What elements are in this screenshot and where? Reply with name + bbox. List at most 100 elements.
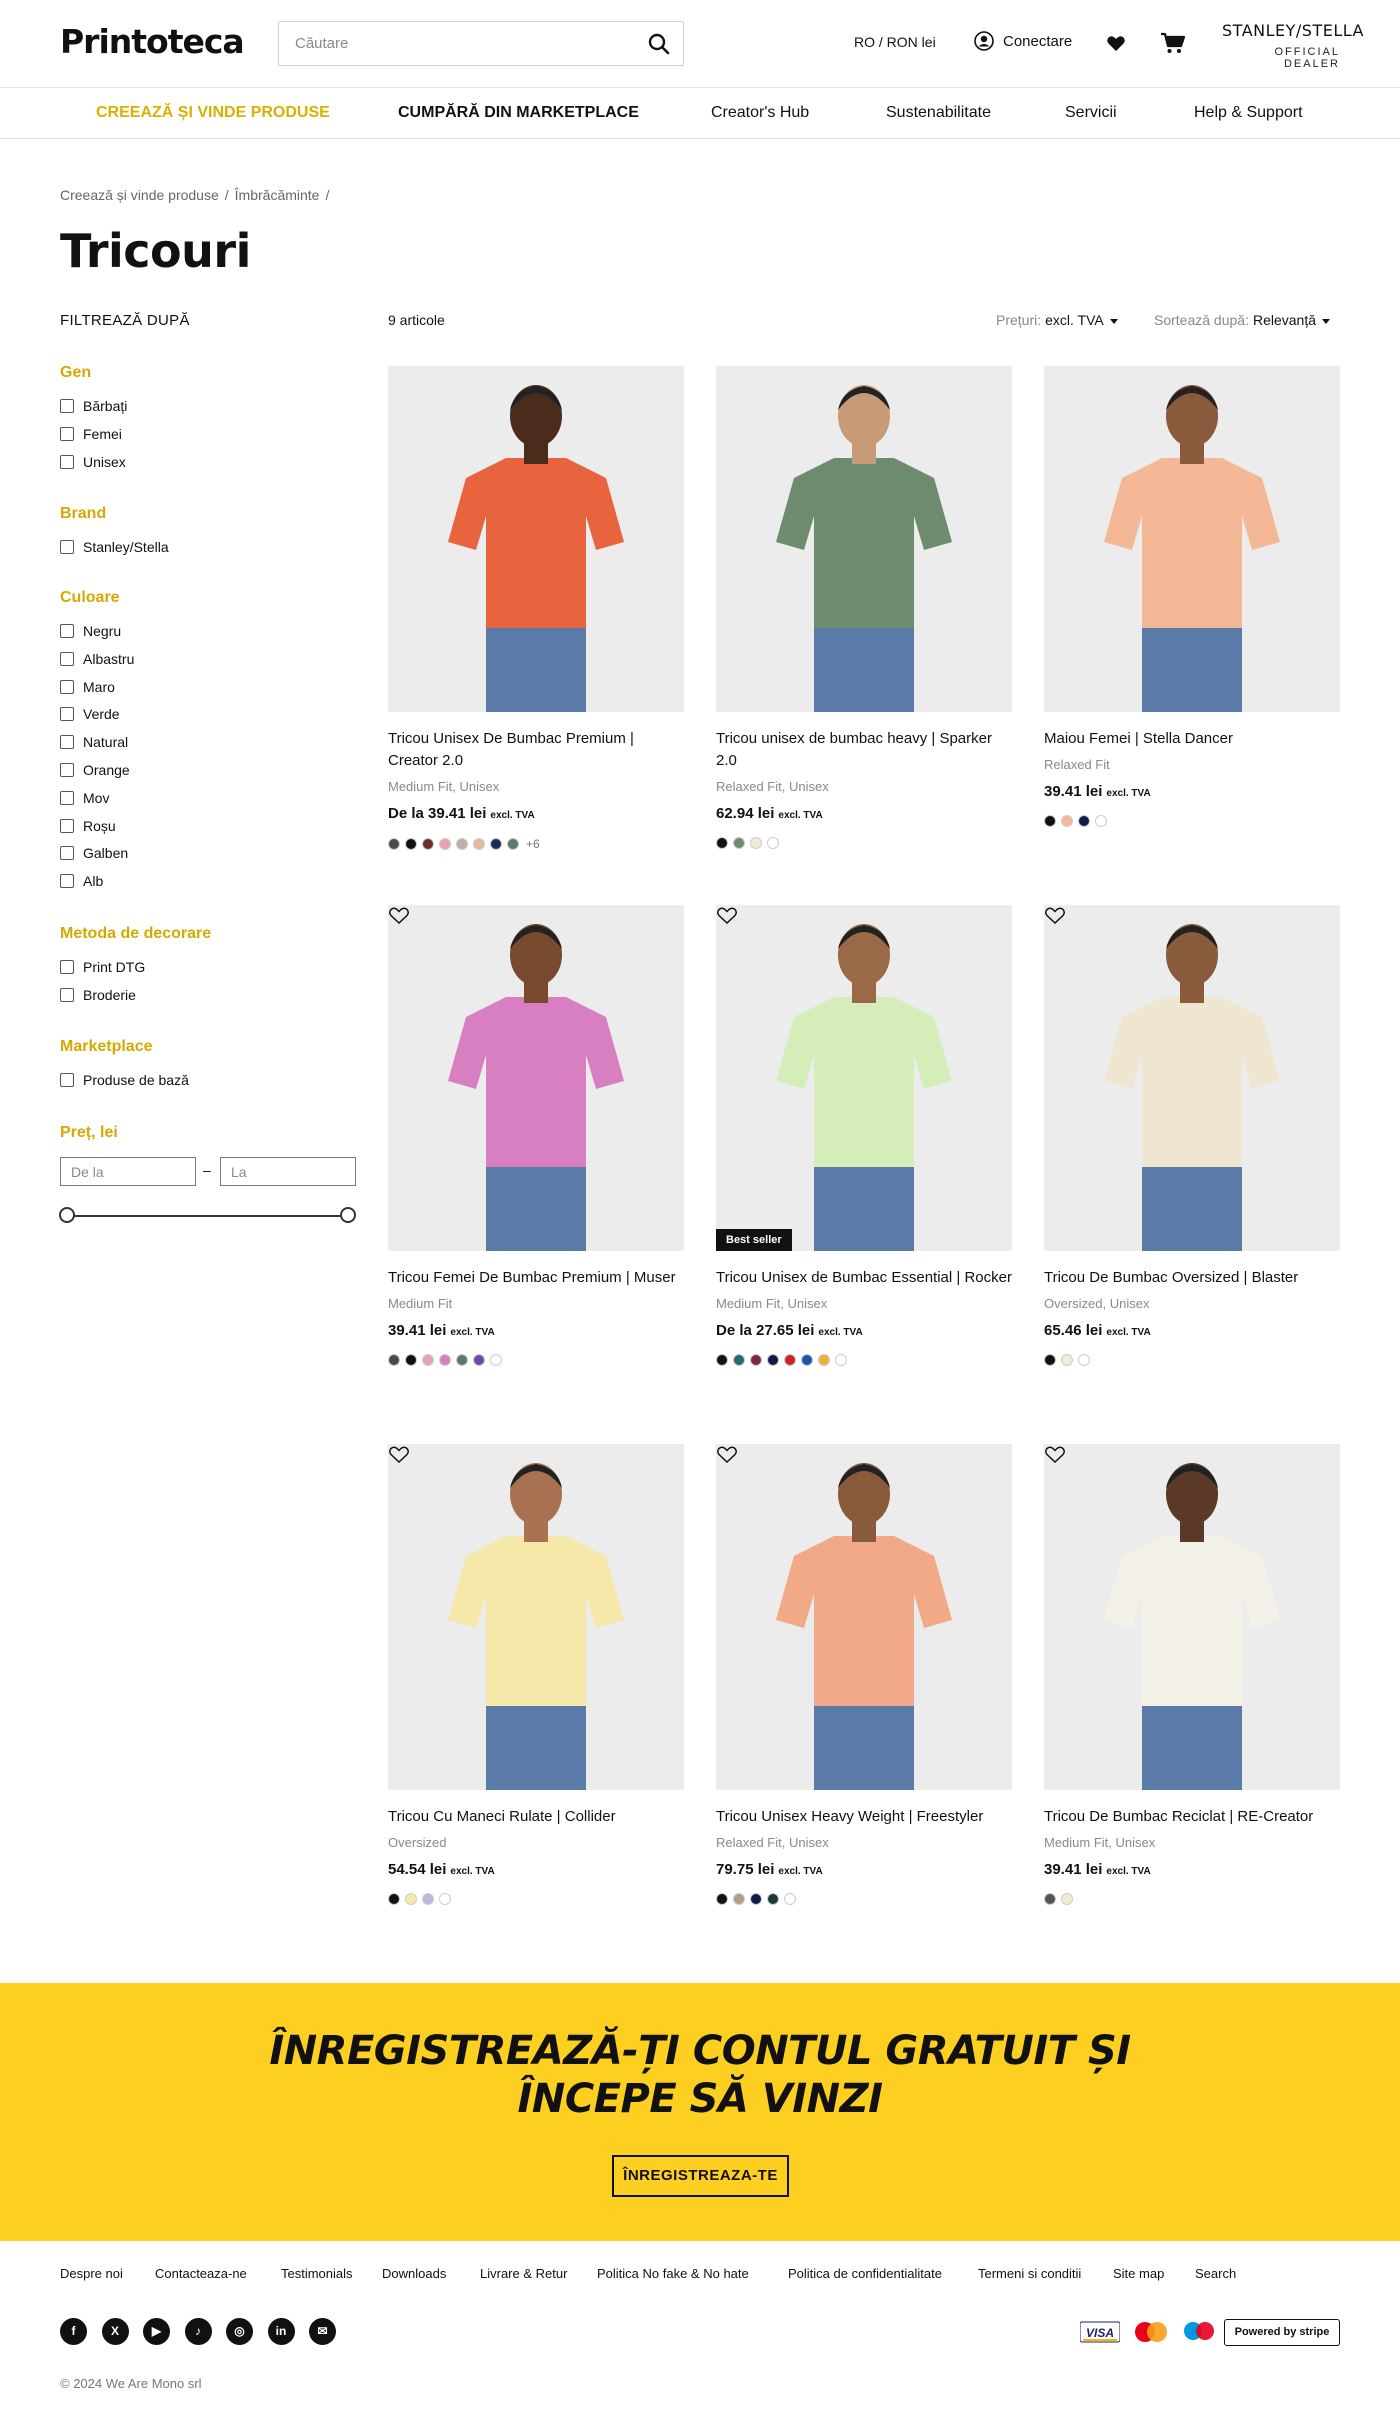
color-swatch[interactable] <box>767 837 779 849</box>
filter-checkbox[interactable] <box>60 874 74 889</box>
product-card[interactable]: Best seller Tricou Unisex de Bumbac Essen… <box>716 905 1012 1366</box>
filter-option[interactable]: Print DTG <box>60 959 145 975</box>
filter-option[interactable]: Broderie <box>60 987 136 1003</box>
color-swatch[interactable] <box>716 837 728 849</box>
cart-icon[interactable] <box>1160 31 1186 55</box>
filter-checkbox[interactable] <box>60 763 74 777</box>
wishlist-heart-icon[interactable] <box>716 1444 738 1464</box>
color-swatch[interactable] <box>1044 815 1056 827</box>
product-name[interactable]: Tricou Femei De Bumbac Premium | Muser <box>388 1267 684 1289</box>
price-vat-selector[interactable]: Prețuri: excl. TVA <box>996 312 1118 328</box>
footer-link[interactable]: Contacteaza-ne <box>155 2266 247 2281</box>
wishlist-heart-icon[interactable] <box>1044 905 1066 925</box>
color-swatch[interactable] <box>801 1354 813 1366</box>
color-swatch[interactable] <box>750 837 762 849</box>
product-card[interactable]: Tricou unisex de bumbac heavy | Sparker … <box>716 366 1012 849</box>
instagram-icon[interactable]: ◎ <box>226 2318 253 2345</box>
color-swatch[interactable] <box>490 838 502 850</box>
color-swatch[interactable] <box>784 1893 796 1905</box>
product-card[interactable]: Tricou Unisex Heavy Weight | Freestyler R… <box>716 1444 1012 1905</box>
filter-checkbox[interactable] <box>60 651 74 666</box>
breadcrumb-item[interactable]: Îmbrăcăminte <box>235 187 320 203</box>
color-swatch[interactable] <box>1078 1354 1090 1366</box>
color-swatch[interactable] <box>767 1893 779 1905</box>
linkedin-icon[interactable]: in <box>267 2318 295 2345</box>
color-swatch[interactable] <box>1044 1893 1056 1905</box>
color-swatch[interactable] <box>733 837 745 849</box>
price-slider-max-handle[interactable] <box>340 1207 356 1223</box>
color-swatch[interactable] <box>405 838 417 850</box>
filter-checkbox[interactable] <box>60 679 74 694</box>
search-icon[interactable] <box>647 32 671 56</box>
color-swatch[interactable] <box>456 838 468 850</box>
color-swatch[interactable] <box>716 1893 728 1905</box>
color-swatch[interactable] <box>1044 1354 1056 1366</box>
product-name[interactable]: Tricou De Bumbac Reciclat | RE-Creator <box>1044 1806 1340 1828</box>
search-input[interactable] <box>279 22 629 65</box>
product-name[interactable]: Tricou unisex de bumbac heavy | Sparker … <box>716 728 1012 772</box>
color-swatch[interactable] <box>473 838 485 850</box>
color-swatch[interactable] <box>716 1354 728 1366</box>
filter-option[interactable]: Bărbați <box>60 398 127 414</box>
filter-checkbox[interactable] <box>60 540 74 554</box>
product-card[interactable]: Tricou De Bumbac Reciclat | RE-Creator Me… <box>1044 1444 1340 1905</box>
product-image[interactable] <box>716 366 1012 712</box>
color-swatch[interactable] <box>1078 815 1090 827</box>
color-swatch[interactable] <box>422 1893 434 1905</box>
footer-link[interactable]: Termeni si conditii <box>978 2266 1081 2281</box>
color-swatch[interactable] <box>818 1354 830 1366</box>
wishlist-heart-icon[interactable] <box>388 1444 410 1464</box>
filter-option[interactable]: Stanley/Stella <box>60 539 169 555</box>
product-name[interactable]: Tricou Unisex Heavy Weight | Freestyler <box>716 1806 1012 1828</box>
color-swatch[interactable] <box>1061 1354 1073 1366</box>
footer-link[interactable]: Search <box>1195 2266 1236 2281</box>
color-swatch[interactable] <box>1061 815 1073 827</box>
color-swatch[interactable] <box>750 1893 762 1905</box>
color-swatch[interactable] <box>388 838 400 850</box>
filter-option[interactable]: Orange <box>60 762 130 778</box>
color-swatch[interactable] <box>784 1354 796 1366</box>
filter-checkbox[interactable] <box>60 624 74 638</box>
filter-checkbox[interactable] <box>60 818 74 833</box>
breadcrumb-item[interactable]: Creează și vinde produse <box>60 187 219 203</box>
more-colors-count[interactable]: +6 <box>526 837 540 851</box>
footer-link[interactable]: Testimonials <box>281 2266 353 2281</box>
color-swatch[interactable] <box>439 1893 451 1905</box>
filter-option[interactable]: Unisex <box>60 454 126 470</box>
filter-checkbox[interactable] <box>60 960 74 974</box>
filter-option[interactable]: Alb <box>60 873 103 889</box>
footer-link[interactable]: Politica No fake & No hate <box>597 2266 749 2281</box>
color-swatch[interactable] <box>750 1354 762 1366</box>
footer-link[interactable]: Site map <box>1113 2266 1164 2281</box>
product-name[interactable]: Maiou Femei | Stella Dancer <box>1044 728 1340 750</box>
footer-link[interactable]: Politica de confidentialitate <box>788 2266 942 2281</box>
youtube-icon[interactable]: ▶ <box>143 2318 170 2345</box>
site-logo[interactable]: Printoteca <box>60 22 245 61</box>
filter-option[interactable]: Negru <box>60 623 121 639</box>
price-from-input[interactable] <box>60 1157 196 1186</box>
nav-services[interactable]: Servicii <box>1065 104 1117 122</box>
color-swatch[interactable] <box>733 1893 745 1905</box>
product-card[interactable]: Maiou Femei | Stella Dancer Relaxed Fit 39… <box>1044 366 1340 827</box>
nav-help-support[interactable]: Help & Support <box>1194 104 1303 122</box>
product-card[interactable]: Tricou De Bumbac Oversized | Blaster Over… <box>1044 905 1340 1366</box>
product-image[interactable] <box>1044 366 1340 712</box>
product-card[interactable]: Tricou Unisex De Bumbac Premium | Creato… <box>388 366 684 851</box>
email-icon[interactable]: ✉ <box>309 2318 336 2345</box>
color-swatch[interactable] <box>1095 815 1107 827</box>
product-image[interactable] <box>388 1444 684 1790</box>
color-swatch[interactable] <box>490 1354 502 1366</box>
nav-sustainability[interactable]: Sustenabilitate <box>886 104 991 122</box>
color-swatch[interactable] <box>439 1354 451 1366</box>
wishlist-heart-icon[interactable] <box>1106 33 1126 53</box>
product-card[interactable]: Tricou Femei De Bumbac Premium | Muser Me… <box>388 905 684 1366</box>
signup-button[interactable]: ÎNREGISTREAZA-TE <box>612 2155 789 2197</box>
filter-option[interactable]: Mov <box>60 790 109 806</box>
facebook-icon[interactable]: f <box>60 2318 87 2345</box>
color-swatch[interactable] <box>473 1354 485 1366</box>
filter-checkbox[interactable] <box>60 454 74 469</box>
filter-checkbox[interactable] <box>60 790 74 805</box>
filter-option[interactable]: Maro <box>60 679 115 695</box>
color-swatch[interactable] <box>422 838 434 850</box>
color-swatch[interactable] <box>388 1354 400 1366</box>
